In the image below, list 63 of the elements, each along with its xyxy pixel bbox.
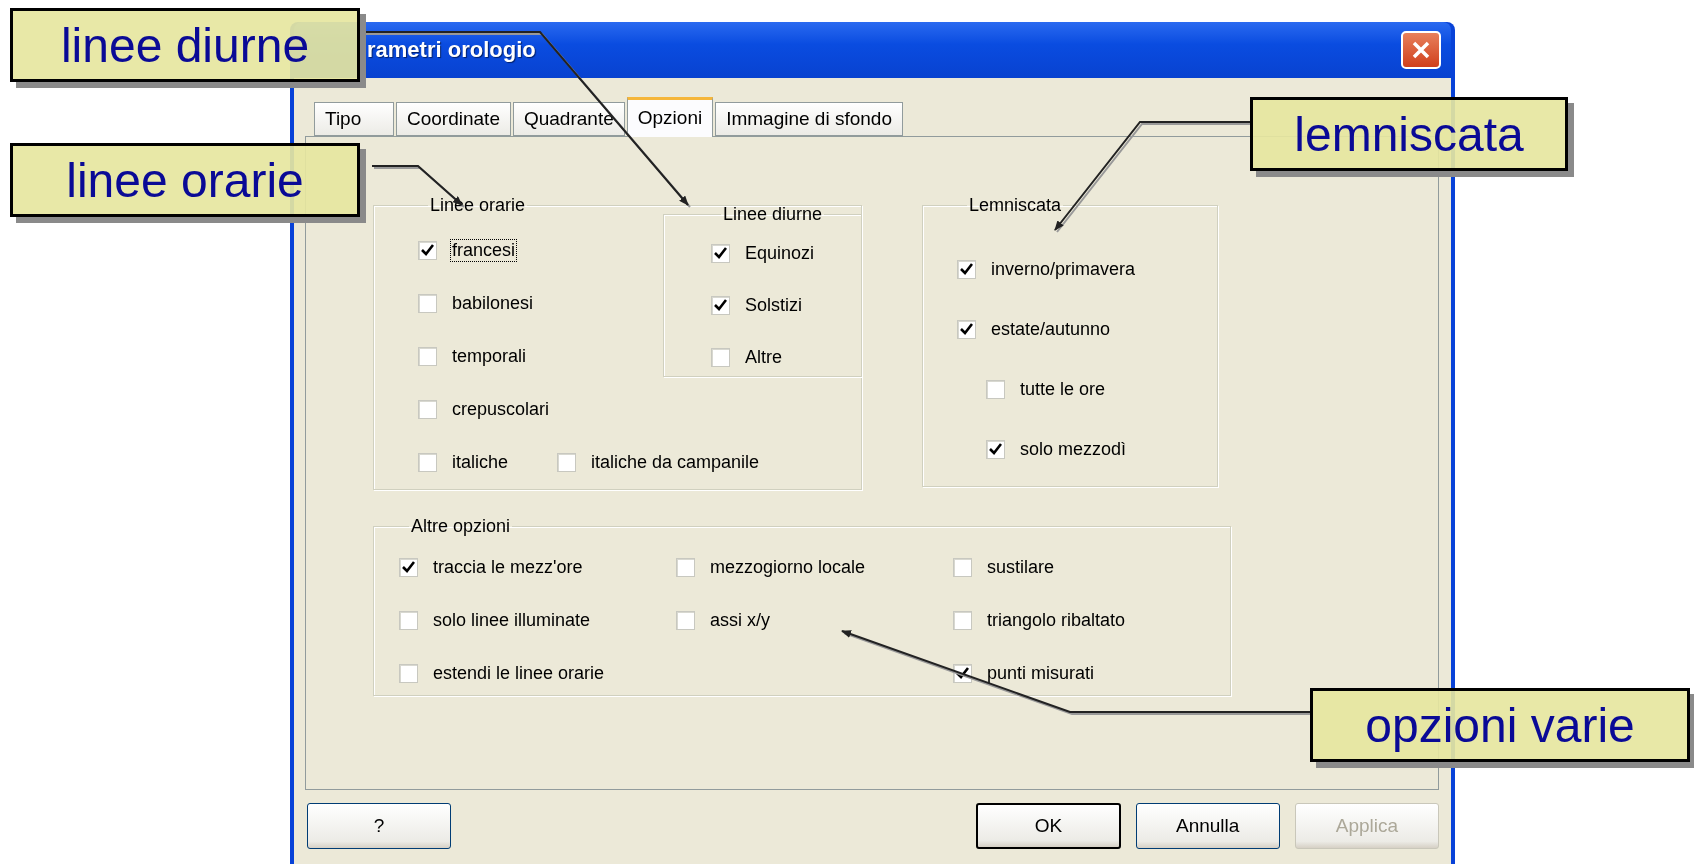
tab[interactable]: Tipo — [314, 102, 394, 136]
checkbox[interactable] — [399, 557, 418, 577]
tab[interactable]: Coordinate — [396, 102, 511, 136]
checkbox[interactable] — [418, 346, 437, 366]
tab[interactable]: Immagine di sfondo — [715, 102, 903, 136]
checkbox[interactable] — [676, 610, 695, 630]
checkbox[interactable] — [399, 610, 418, 630]
checkbox[interactable] — [418, 240, 437, 260]
checkbox[interactable] — [953, 610, 972, 630]
checkmark-icon — [956, 667, 969, 679]
checkbox[interactable] — [986, 439, 1005, 459]
checkmark-icon — [714, 247, 727, 259]
option-label: italiche — [451, 451, 510, 473]
option-label: temporali — [451, 345, 528, 367]
checkmark-icon — [714, 299, 727, 311]
option-label: solo linee illuminate — [432, 609, 592, 631]
option-label: Solstizi — [744, 294, 803, 316]
checkbox[interactable] — [953, 557, 972, 577]
checkbox[interactable] — [399, 663, 418, 683]
group-title: Lemniscata — [968, 195, 1063, 216]
checkmark-icon — [421, 244, 434, 256]
checkbox[interactable] — [418, 399, 437, 419]
checkbox[interactable] — [676, 557, 695, 577]
dialog-button[interactable]: Annulla — [1135, 803, 1280, 849]
option-label: babilonesi — [451, 292, 535, 314]
option-label: triangolo ribaltato — [986, 609, 1127, 631]
option-label: Altre — [744, 346, 783, 368]
checkbox[interactable] — [418, 452, 437, 472]
checkmark-icon — [402, 561, 415, 573]
option-label: inverno/primavera — [990, 258, 1137, 280]
group-title: Linee diurne — [722, 204, 824, 225]
close-icon — [1411, 40, 1431, 60]
checkbox[interactable] — [986, 379, 1005, 399]
dialog-button[interactable]: ? — [307, 803, 452, 849]
option-label: tutte le ore — [1019, 378, 1107, 400]
checkbox[interactable] — [711, 347, 730, 367]
option-label: crepuscolari — [451, 398, 551, 420]
dialog-button[interactable]: OK — [976, 803, 1121, 849]
option-label: punti misurati — [986, 662, 1096, 684]
option-label: traccia le mezz'ore — [432, 556, 584, 578]
option-label: estate/autunno — [990, 318, 1112, 340]
checkmark-icon — [989, 443, 1002, 455]
option-label: assi x/y — [709, 609, 771, 631]
option-label: mezzogiorno locale — [709, 556, 867, 578]
group-title: Altre opzioni — [410, 516, 512, 537]
checkmark-icon — [960, 263, 973, 275]
checkbox[interactable] — [557, 452, 576, 472]
checkbox[interactable] — [711, 243, 730, 263]
option-label: Equinozi — [744, 242, 816, 264]
option-label: estendi le linee orarie — [432, 662, 606, 684]
tab[interactable]: Quadrante — [512, 102, 625, 136]
checkbox[interactable] — [957, 259, 976, 279]
option-label: francesi — [451, 239, 517, 261]
checkbox[interactable] — [418, 293, 437, 313]
option-label: solo mezzodì — [1019, 438, 1128, 460]
checkmark-icon — [960, 323, 973, 335]
option-label: sustilare — [986, 556, 1056, 578]
window-title: rametri orologio — [367, 37, 536, 63]
tab[interactable]: Opzioni — [626, 97, 714, 137]
close-button[interactable] — [1401, 31, 1441, 69]
option-label: italiche da campanile — [590, 451, 761, 473]
checkbox[interactable] — [711, 295, 730, 315]
checkbox[interactable] — [957, 319, 976, 339]
